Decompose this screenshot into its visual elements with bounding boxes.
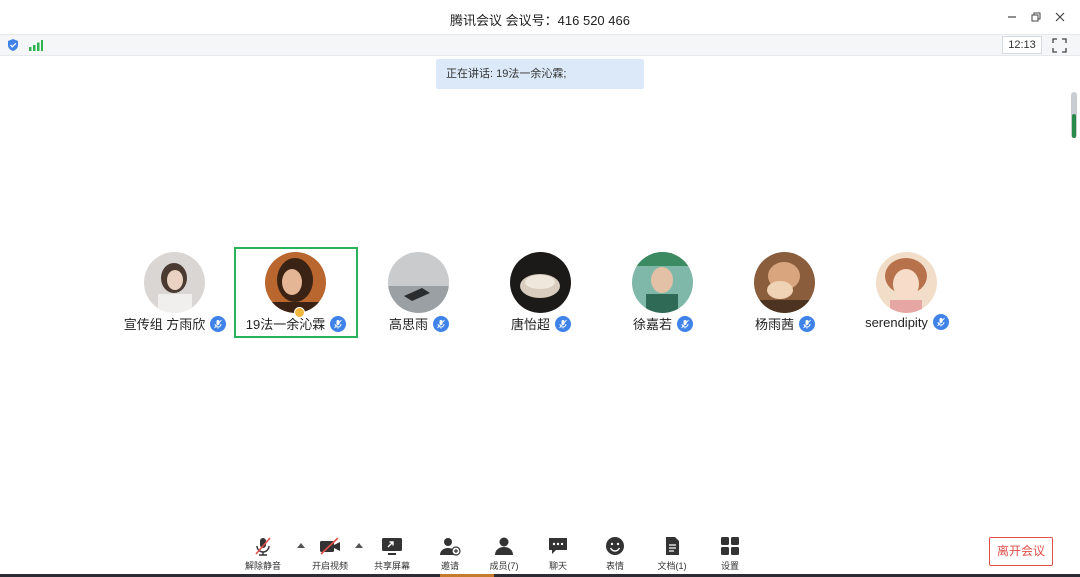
documents-button[interactable]: 文档(1)	[646, 536, 698, 576]
participant-name: 宣传组 方雨欣	[123, 317, 206, 332]
chat-icon	[549, 538, 567, 554]
participant-name-row: 19法一余沁霖	[236, 314, 356, 333]
participant-name: serendipity	[865, 314, 928, 330]
video-off-icon	[320, 537, 340, 555]
reactions-button[interactable]: 表情	[589, 536, 641, 576]
mic-muted-icon	[677, 315, 693, 332]
start-video-button[interactable]: 开启视频	[304, 536, 356, 576]
participant-tile[interactable]: 宣传组 方雨欣	[113, 247, 237, 338]
participant-name-row: 高思雨	[357, 314, 481, 333]
avatar	[754, 252, 815, 313]
video-options-caret-icon[interactable]	[355, 542, 363, 548]
participant-tile[interactable]: 高思雨	[357, 247, 481, 338]
meeting-window: 腾讯会议 会议号：416 520 466 12:13 正在讲话: 19法一余沁霖…	[0, 0, 1080, 577]
participant-name-row: 宣传组 方雨欣	[113, 314, 237, 333]
settings-button[interactable]: 设置	[704, 536, 756, 576]
invite-label: 邀请	[440, 561, 459, 571]
mic-muted-icon	[555, 315, 571, 332]
unmute-button[interactable]: 解除静音	[237, 536, 289, 576]
smile-icon	[606, 537, 624, 555]
restore-button[interactable]	[1026, 8, 1046, 26]
meeting-toolbar: 解除静音 开启视频 共享屏幕 邀请 成员(7) 聊天 表情 文档(1) 设置	[0, 528, 1080, 577]
mic-muted-icon	[932, 314, 949, 330]
close-button[interactable]	[1050, 8, 1070, 26]
settings-label: 设置	[720, 561, 739, 571]
window-title: 腾讯会议 会议号：416 520 466	[450, 13, 630, 28]
participant-name-row: 徐嘉若	[601, 314, 725, 333]
document-icon	[666, 537, 679, 555]
invite-button[interactable]: 邀请	[424, 536, 476, 576]
speaking-indicator: 正在讲话: 19法一余沁霖;	[436, 59, 644, 89]
add-user-icon	[440, 538, 461, 556]
participant-name: 19法一余沁霖	[245, 317, 326, 332]
participant-name-row: 唐怡超	[479, 314, 603, 333]
participant-tile[interactable]: 杨雨茜	[723, 247, 847, 338]
participant-name: 高思雨	[388, 317, 428, 332]
scrollbar-thumb[interactable]	[1072, 114, 1076, 138]
participant-tile-active-speaker[interactable]: 19法一余沁霖	[234, 247, 358, 338]
chat-button[interactable]: 聊天	[532, 536, 584, 576]
title-bar: 腾讯会议 会议号：416 520 466	[0, 0, 1080, 34]
members-button[interactable]: 成员(7)	[478, 536, 530, 576]
mic-muted-icon	[433, 315, 449, 332]
status-bar: 12:13	[0, 34, 1080, 56]
share-screen-button[interactable]: 共享屏幕	[366, 536, 418, 576]
share-screen-icon	[382, 538, 402, 555]
participant-name: 唐怡超	[510, 317, 550, 332]
fullscreen-icon[interactable]	[1052, 38, 1067, 53]
participant-tile[interactable]: 唐怡超	[479, 247, 603, 338]
minimize-icon	[1008, 16, 1016, 18]
members-icon	[495, 537, 513, 555]
reactions-label: 表情	[605, 561, 624, 571]
minimize-button[interactable]	[1002, 8, 1022, 26]
chat-label: 聊天	[548, 561, 567, 571]
participant-tile[interactable]: serendipity	[845, 247, 969, 338]
participant-name-row: 杨雨茜	[723, 314, 847, 333]
unmute-label: 解除静音	[244, 561, 281, 571]
participant-name: 徐嘉若	[632, 317, 672, 332]
grid-settings-icon	[721, 537, 739, 555]
shield-icon[interactable]	[6, 38, 20, 52]
share-screen-label: 共享屏幕	[373, 561, 410, 571]
leave-meeting-button[interactable]: 离开会议	[989, 537, 1053, 566]
mic-muted-icon	[210, 315, 227, 332]
avatar	[144, 252, 205, 313]
avatar	[632, 252, 693, 313]
restore-icon	[1031, 12, 1041, 22]
members-label: 成员(7)	[489, 561, 519, 571]
signal-icon[interactable]	[29, 40, 43, 51]
mic-muted-icon	[330, 315, 347, 332]
participant-name: 杨雨茜	[754, 317, 794, 332]
avatar	[510, 252, 571, 313]
participant-name-row: serendipity	[845, 314, 969, 330]
meeting-timer: 12:13	[1002, 36, 1042, 54]
avatar	[876, 252, 937, 313]
window-controls	[1002, 8, 1070, 26]
avatar	[388, 252, 449, 313]
participant-tile[interactable]: 徐嘉若	[601, 247, 725, 338]
start-video-label: 开启视频	[311, 561, 348, 571]
close-icon	[1055, 12, 1065, 22]
documents-label: 文档(1)	[657, 561, 687, 571]
mic-muted-icon	[799, 315, 815, 332]
avatar	[265, 252, 326, 313]
mic-muted-icon	[255, 537, 271, 556]
